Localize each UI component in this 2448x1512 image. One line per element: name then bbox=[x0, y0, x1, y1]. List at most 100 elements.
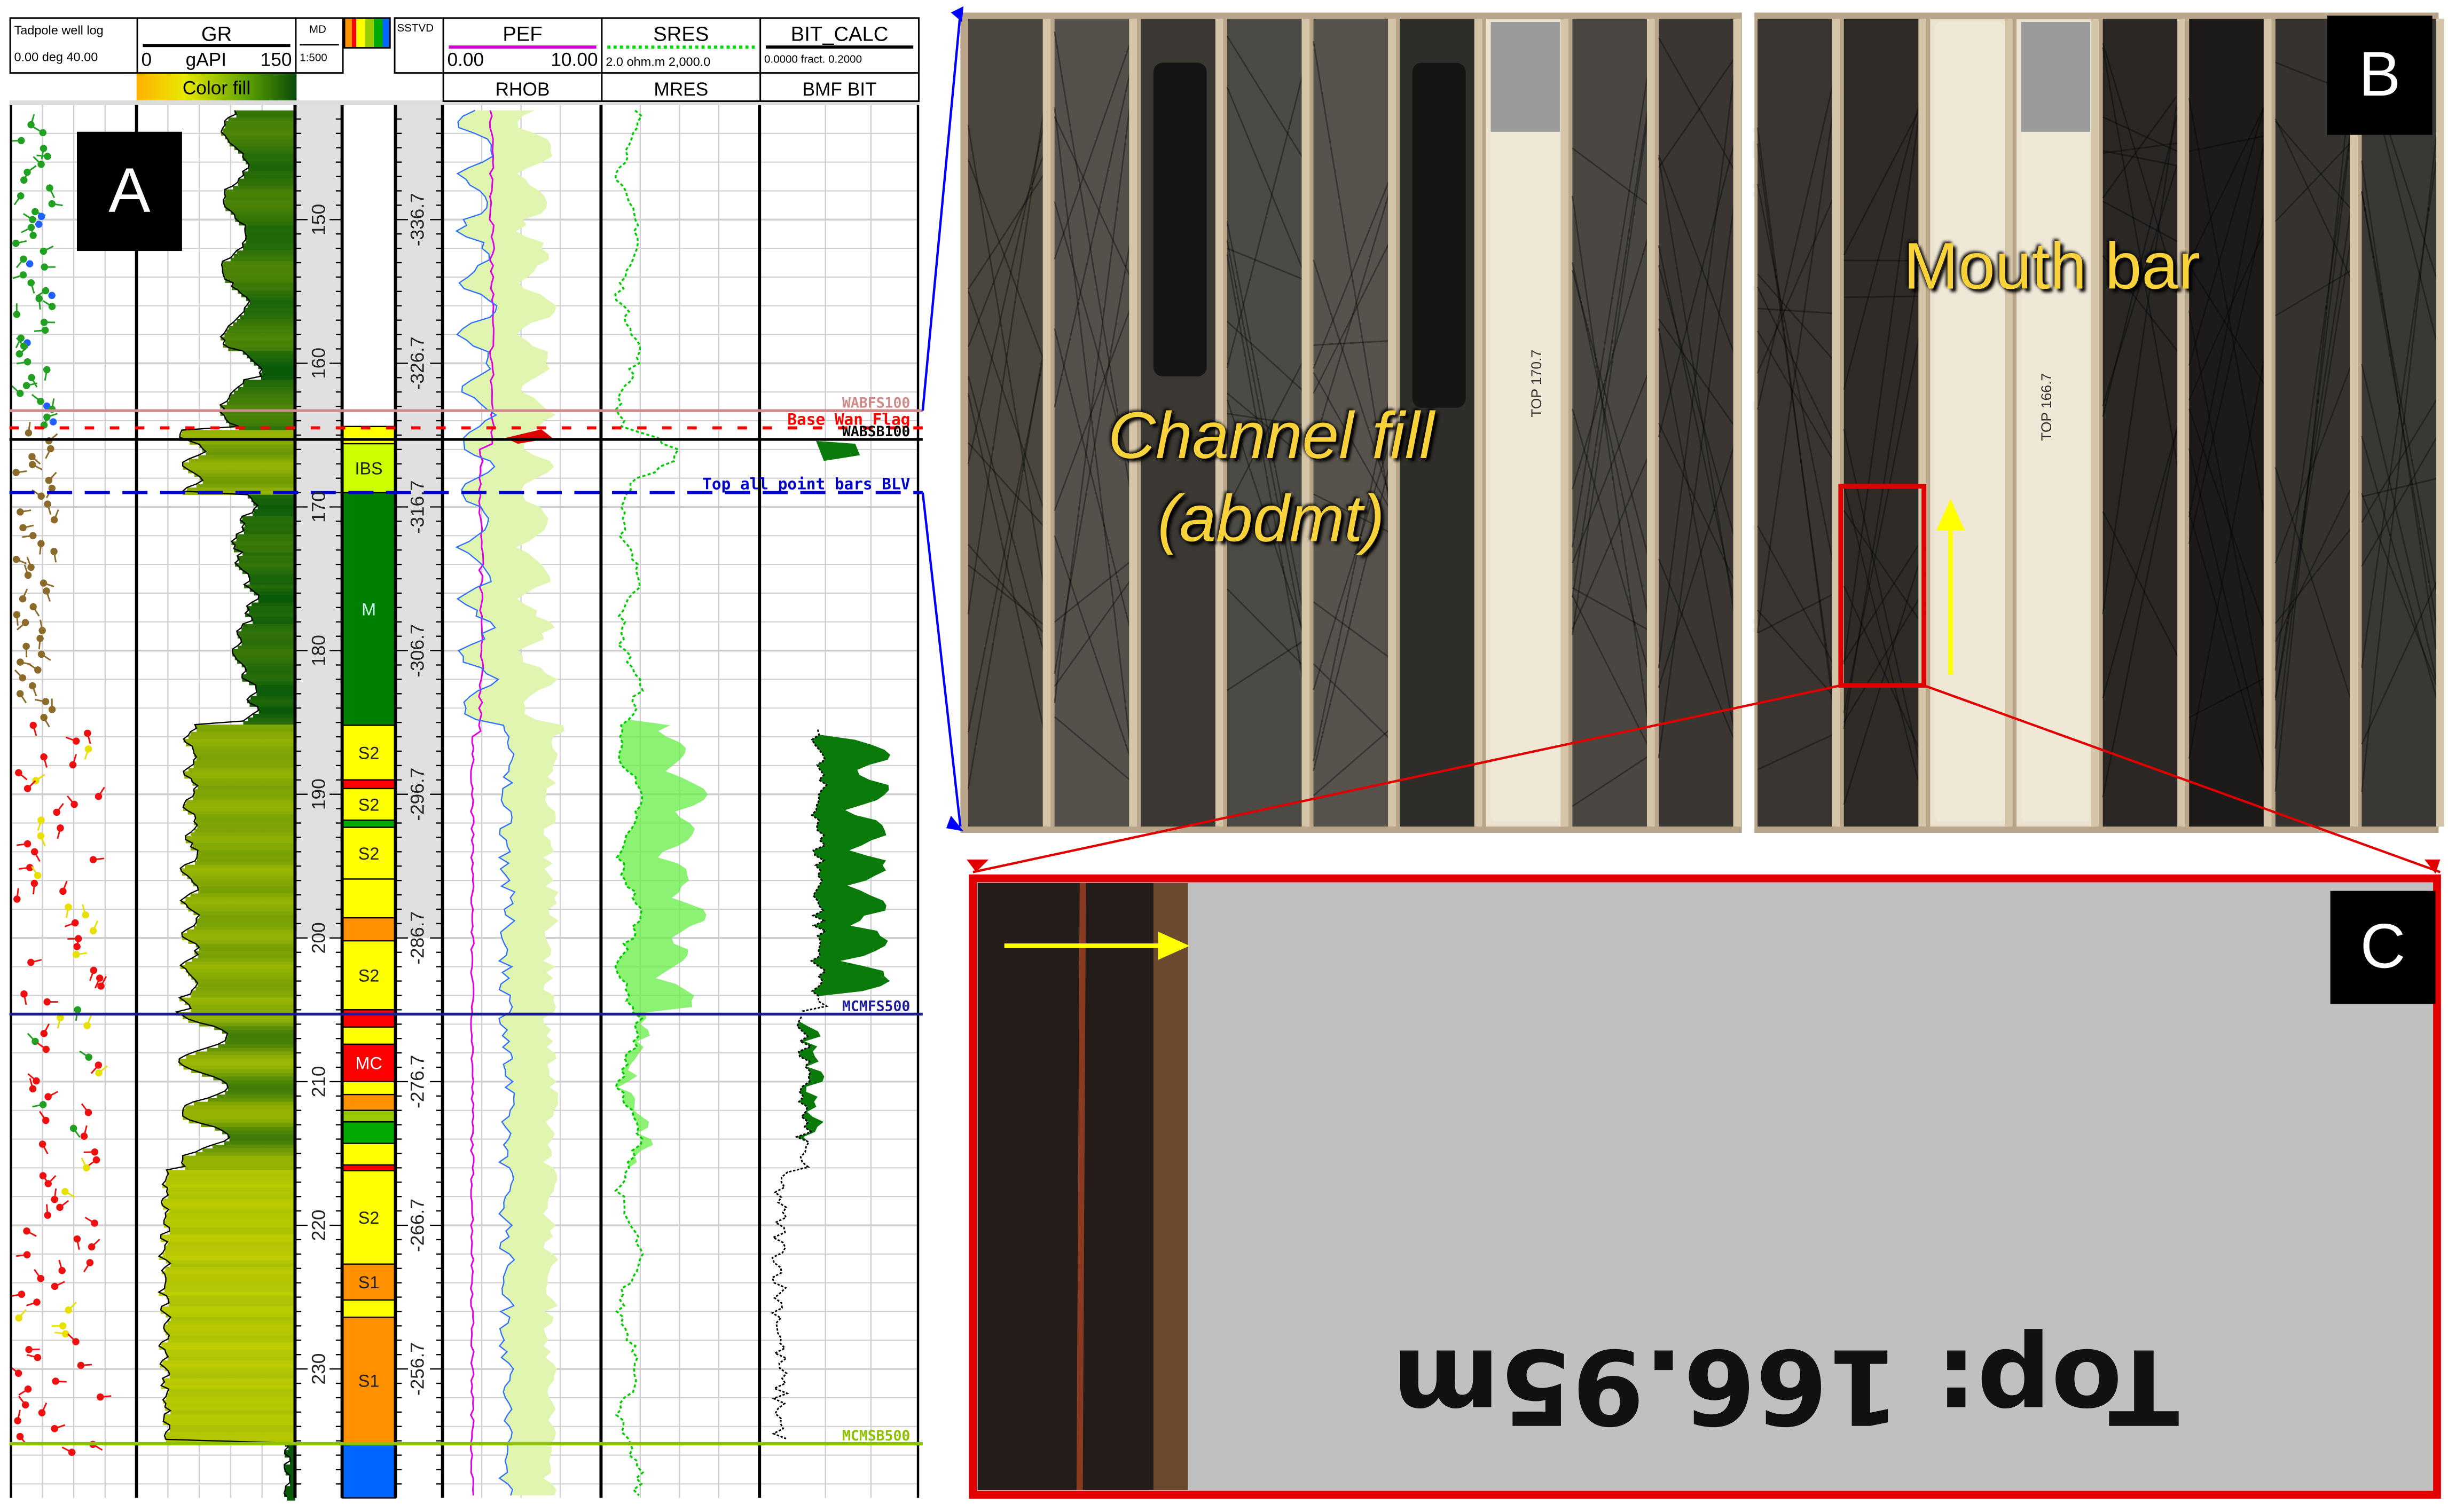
gr-color-fill bbox=[256, 688, 295, 692]
gr-color-fill bbox=[245, 229, 295, 233]
gr-color-fill bbox=[179, 1058, 295, 1062]
gr-color-fill bbox=[164, 1324, 295, 1328]
gr-color-fill bbox=[225, 1041, 295, 1045]
gr-color-fill bbox=[227, 1087, 295, 1091]
gr-color-fill bbox=[164, 1367, 295, 1372]
tadpole-tail bbox=[45, 1204, 49, 1216]
gr-color-fill bbox=[245, 232, 295, 237]
lithology-interval bbox=[341, 1026, 396, 1045]
pef-name: PEF bbox=[503, 22, 543, 46]
gr-color-fill bbox=[220, 405, 295, 409]
gr-color-fill bbox=[162, 1360, 295, 1365]
gr-color-fill bbox=[161, 1234, 295, 1239]
gr-color-fill bbox=[161, 1310, 295, 1314]
gr-color-fill bbox=[183, 1109, 295, 1113]
lithology-legend-swatch bbox=[343, 17, 391, 49]
bmf-bit-name: BMF BIT bbox=[802, 78, 877, 101]
gr-color-fill bbox=[256, 685, 295, 689]
gr-color-fill bbox=[193, 760, 295, 765]
gr-color-fill bbox=[189, 1004, 295, 1009]
gr-color-fill bbox=[225, 419, 295, 423]
channel-fill-label: Channel fill bbox=[1108, 398, 1434, 472]
gr-color-fill bbox=[197, 728, 295, 732]
gr-color-fill bbox=[222, 265, 295, 269]
gr-color-fill bbox=[191, 976, 295, 980]
gr-color-fill bbox=[237, 250, 295, 255]
gr-color-fill bbox=[165, 1267, 295, 1271]
header-pef: PEF 0.00 10.00 bbox=[442, 17, 603, 74]
gr-color-fill bbox=[188, 972, 295, 976]
gr-color-fill bbox=[168, 1195, 295, 1199]
gr-color-fill bbox=[252, 602, 295, 607]
lithology-label: S1 bbox=[358, 1273, 380, 1292]
gr-color-fill bbox=[194, 979, 295, 983]
gr-color-fill bbox=[245, 225, 295, 230]
gr-color-fill bbox=[164, 1288, 295, 1293]
md-depth-label: 170 bbox=[308, 491, 329, 523]
gr-color-fill bbox=[247, 355, 295, 359]
gr-color-fill bbox=[253, 714, 295, 718]
link-line-top bbox=[921, 12, 962, 411]
gr-color-fill bbox=[198, 983, 295, 987]
sstvd-depth-label: -296.7 bbox=[407, 768, 428, 821]
gr-color-fill bbox=[233, 322, 295, 326]
gr-color-fill bbox=[217, 1094, 295, 1099]
gr-color-fill bbox=[166, 1177, 295, 1181]
gr-color-fill bbox=[192, 843, 295, 847]
gr-colorfill-legend: Color fill bbox=[136, 74, 297, 101]
gr-color-fill bbox=[256, 692, 295, 696]
gr-color-fill bbox=[231, 257, 295, 262]
gr-color-fill bbox=[179, 997, 295, 1002]
gr-color-fill bbox=[241, 293, 295, 297]
lithology-interval bbox=[341, 779, 396, 790]
gr-color-fill bbox=[167, 1241, 295, 1246]
gr-color-fill bbox=[262, 369, 295, 373]
lithology-label: S2 bbox=[358, 795, 380, 814]
gr-color-fill bbox=[166, 1216, 295, 1220]
sstvd-depth-label: -266.7 bbox=[407, 1199, 428, 1252]
log-background bbox=[9, 103, 920, 1498]
sres-scale: 2.0 ohm.m 2,000.0 bbox=[606, 54, 711, 69]
tadpole-tail bbox=[38, 638, 41, 650]
gr-color-fill bbox=[222, 272, 295, 276]
panel-label-c: C bbox=[2330, 891, 2436, 1004]
gr-color-fill bbox=[183, 739, 295, 743]
tadpole-dot-blue bbox=[26, 260, 34, 267]
marker-label: Top all point bars BLV bbox=[702, 475, 910, 493]
gr-color-fill bbox=[193, 1101, 295, 1106]
gr-color-fill bbox=[183, 1112, 295, 1116]
gr-color-fill bbox=[193, 764, 295, 768]
gr-color-fill bbox=[223, 200, 295, 204]
gr-color-fill bbox=[213, 1145, 295, 1149]
gr-color-fill bbox=[193, 789, 295, 793]
gr-color-fill bbox=[254, 509, 295, 513]
gr-color-fill bbox=[168, 1389, 295, 1393]
gr-color-fill bbox=[193, 796, 295, 800]
header-md: MD 1:500 bbox=[295, 17, 344, 74]
gr-color-fill bbox=[164, 1249, 295, 1253]
gr-color-fill bbox=[242, 527, 295, 531]
gr-color-fill bbox=[180, 868, 295, 872]
gr-color-fill bbox=[258, 598, 295, 603]
tadpole-tail bbox=[15, 615, 19, 626]
pef-min: 0.00 bbox=[447, 49, 484, 71]
gr-color-fill bbox=[166, 1295, 295, 1300]
gr-color-fill bbox=[188, 1019, 295, 1023]
gr-color-fill bbox=[233, 254, 295, 258]
gr-color-fill bbox=[185, 968, 295, 973]
tadpole-dot bbox=[24, 571, 32, 579]
gr-color-fill bbox=[194, 951, 295, 955]
gr-color-fill bbox=[180, 434, 295, 438]
md-depth-label: 220 bbox=[308, 1210, 329, 1241]
gr-color-fill bbox=[245, 667, 295, 671]
header-sres: SRES 2.0 ohm.m 2,000.0 bbox=[601, 17, 762, 74]
core-slot bbox=[1572, 19, 1651, 827]
gr-color-fill bbox=[169, 1303, 295, 1307]
tadpole-tail bbox=[36, 154, 48, 158]
gr-color-fill bbox=[193, 883, 295, 887]
gr-color-fill bbox=[231, 541, 295, 546]
gr-color-fill bbox=[161, 1306, 295, 1311]
header-sstvd: SSTVD bbox=[394, 17, 444, 74]
gr-color-fill bbox=[254, 361, 295, 366]
gr-color-fill bbox=[187, 929, 295, 933]
